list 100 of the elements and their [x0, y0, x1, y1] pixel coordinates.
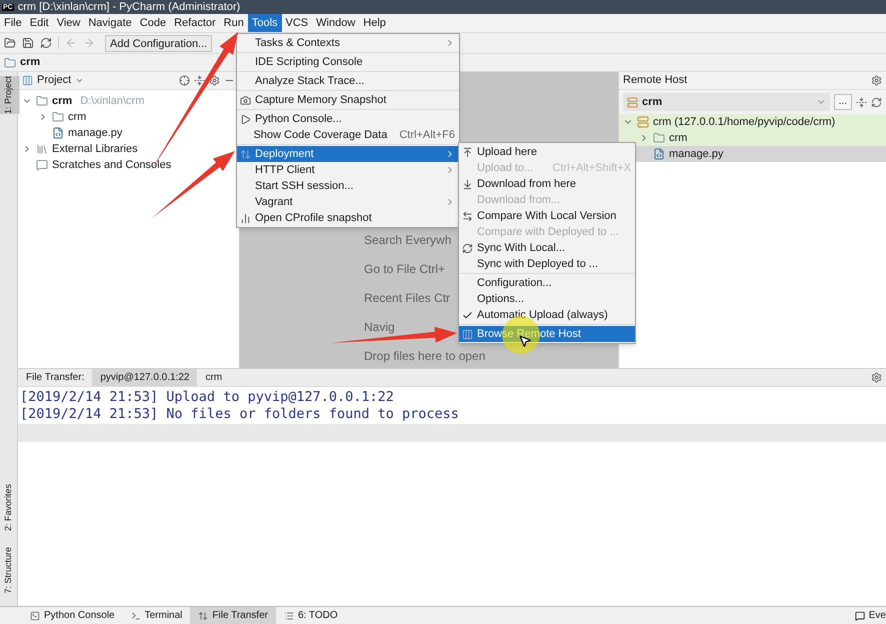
menu-item[interactable]: Sync with Deployed to ... — [459, 256, 635, 272]
item-icon — [462, 178, 473, 190]
menu-bar-item[interactable]: Window — [312, 14, 360, 32]
item-icon — [240, 114, 251, 124]
editor-hint: Navig — [364, 319, 395, 335]
tool-icon — [130, 610, 141, 620]
item-icon — [240, 148, 251, 160]
panel-title[interactable]: Project — [37, 72, 72, 89]
log-line: [2019/2/14 21:53] No files or folders found to process — [20, 406, 460, 422]
tree-item[interactable]: crm — [619, 130, 886, 146]
item-icon — [462, 210, 473, 222]
tree-item[interactable]: Scratches and Consoles — [18, 157, 239, 173]
more-button[interactable]: ... — [834, 94, 852, 110]
folder-icon — [4, 56, 16, 68]
menu-bar-item[interactable]: File — [0, 14, 26, 32]
folder-icon — [653, 132, 665, 144]
menu-bar-item[interactable]: Refactor — [170, 14, 220, 32]
file-icon — [52, 127, 64, 139]
shortcut-label: Ctrl+Alt+Shift+X — [552, 160, 631, 176]
settings-icon[interactable] — [871, 372, 882, 383]
scratch-icon — [36, 159, 48, 171]
log-line: [2019/2/14 21:53] Upload to pyvip@127.0.0.1:22 — [20, 389, 395, 406]
settings-icon[interactable] — [871, 75, 882, 86]
file-icon — [653, 148, 665, 160]
breadcrumb-item[interactable]: crm — [20, 54, 40, 71]
menu-item[interactable]: Start SSH session... — [237, 178, 459, 194]
tree-item[interactable]: manage.py — [18, 125, 239, 141]
panel-icon — [22, 75, 33, 86]
item-icon — [462, 146, 473, 158]
tool-tab[interactable]: 7: Structure — [2, 547, 16, 594]
project-tool-tab[interactable]: 1: Project — [0, 76, 20, 114]
menu-item[interactable]: Automatic Upload (always) — [459, 307, 635, 323]
tool-window-tab[interactable]: pyvip@127.0.0.1:22 — [92, 369, 198, 386]
shortcut-label: Ctrl+Alt+F6 — [399, 128, 455, 143]
tree-item[interactable]: crm — [18, 109, 239, 125]
menu-item[interactable]: Deployment — [237, 146, 459, 162]
menu-bar-item[interactable]: Run — [220, 14, 248, 32]
folder-path: D:\xinlan\crm — [80, 94, 144, 109]
tree-item-label: crm — [68, 110, 86, 125]
menu-item[interactable]: Show Code Coverage Data Ctrl+Alt+F6 — [237, 127, 459, 143]
menu-item[interactable]: Analyze Stack Trace... — [237, 73, 459, 89]
tool-window-button[interactable]: Python Console — [22, 607, 123, 624]
event-log-icon — [854, 610, 865, 620]
tree-item[interactable]: crm D:\xinlan\crm — [18, 93, 239, 109]
menu-item[interactable]: Vagrant — [237, 194, 459, 210]
tool-tab[interactable]: 2: Favorites — [2, 484, 16, 532]
server-dropdown[interactable]: crm — [623, 93, 830, 111]
item-icon — [462, 242, 473, 254]
tree-item-label: External Libraries — [52, 142, 138, 157]
window-title: crm [D:\xinlan\crm] - PyCharm (Administrator) — [18, 2, 240, 12]
open-folder-icon[interactable] — [4, 37, 16, 49]
menu-item[interactable]: Sync With Local... — [459, 240, 635, 256]
tool-window-button[interactable]: File Transfer — [190, 607, 276, 624]
tool-window-label: File Transfer: — [25, 371, 86, 385]
tree-item[interactable]: External Libraries — [18, 141, 239, 157]
menu-bar-item[interactable]: Help — [359, 14, 390, 32]
tree-item-label: crm — [52, 94, 72, 109]
menu-item[interactable]: Download from here — [459, 176, 635, 192]
tool-window-button[interactable]: 6: TODO — [276, 607, 346, 624]
menu-item[interactable]: Configuration... — [459, 275, 635, 291]
collapse-icon[interactable] — [856, 96, 867, 108]
settings-icon[interactable] — [209, 75, 220, 86]
tool-icon — [30, 610, 40, 620]
refresh-icon[interactable] — [871, 96, 882, 108]
folder-icon — [36, 95, 48, 107]
item-icon — [240, 212, 251, 224]
save-icon[interactable] — [22, 37, 34, 49]
tool-window-tab[interactable]: crm — [197, 369, 230, 386]
menu-bar-item[interactable]: Navigate — [84, 14, 136, 32]
folder-icon — [52, 111, 64, 123]
server-icon — [627, 96, 638, 108]
server-icon — [637, 116, 649, 128]
menu-item[interactable]: HTTP Client — [237, 162, 459, 178]
collapse-icon[interactable] — [194, 75, 205, 86]
editor-hint: Search Everywh — [364, 232, 452, 248]
menu-bar-item[interactable]: VCS — [282, 14, 312, 32]
menu-bar-item[interactable]: Code — [136, 14, 170, 32]
locate-icon[interactable] — [179, 75, 190, 86]
tree-item-label: Scratches and Consoles — [52, 158, 172, 173]
menu-bar-item[interactable]: Edit — [26, 14, 53, 32]
sync-icon[interactable] — [40, 37, 52, 49]
menu-item[interactable]: Python Console... — [237, 111, 459, 127]
menu-bar-item[interactable]: Tools — [248, 14, 282, 32]
menu-bar-item[interactable]: View — [52, 14, 84, 32]
tool-window-button[interactable]: Terminal — [122, 607, 190, 624]
tree-item[interactable]: crm (127.0.0.1/home/pyvip/code/crm) — [619, 114, 886, 130]
editor-hint: Go to File Ctrl+ — [364, 261, 446, 277]
event-log-button[interactable]: Eve — [854, 608, 886, 623]
menu-item[interactable]: Open CProfile snapshot — [237, 210, 459, 226]
tree-item-label: manage.py — [669, 146, 724, 162]
menu-item[interactable]: IDE Scripting Console — [237, 54, 459, 70]
tree-item-label: crm (127.0.0.1/home/pyvip/code/crm) — [653, 114, 836, 130]
menu-item[interactable]: Options... — [459, 291, 635, 307]
menu-item[interactable]: Compare With Local Version — [459, 208, 635, 224]
menu-item[interactable]: Capture Memory Snapshot — [237, 92, 459, 108]
panel-title: Remote Host — [623, 73, 688, 88]
tool-icon — [198, 610, 208, 620]
add-configuration-button[interactable]: Add Configuration... — [105, 34, 212, 52]
dropdown-icon[interactable] — [75, 76, 84, 85]
menu-item[interactable]: Tasks & Contexts — [237, 35, 459, 51]
